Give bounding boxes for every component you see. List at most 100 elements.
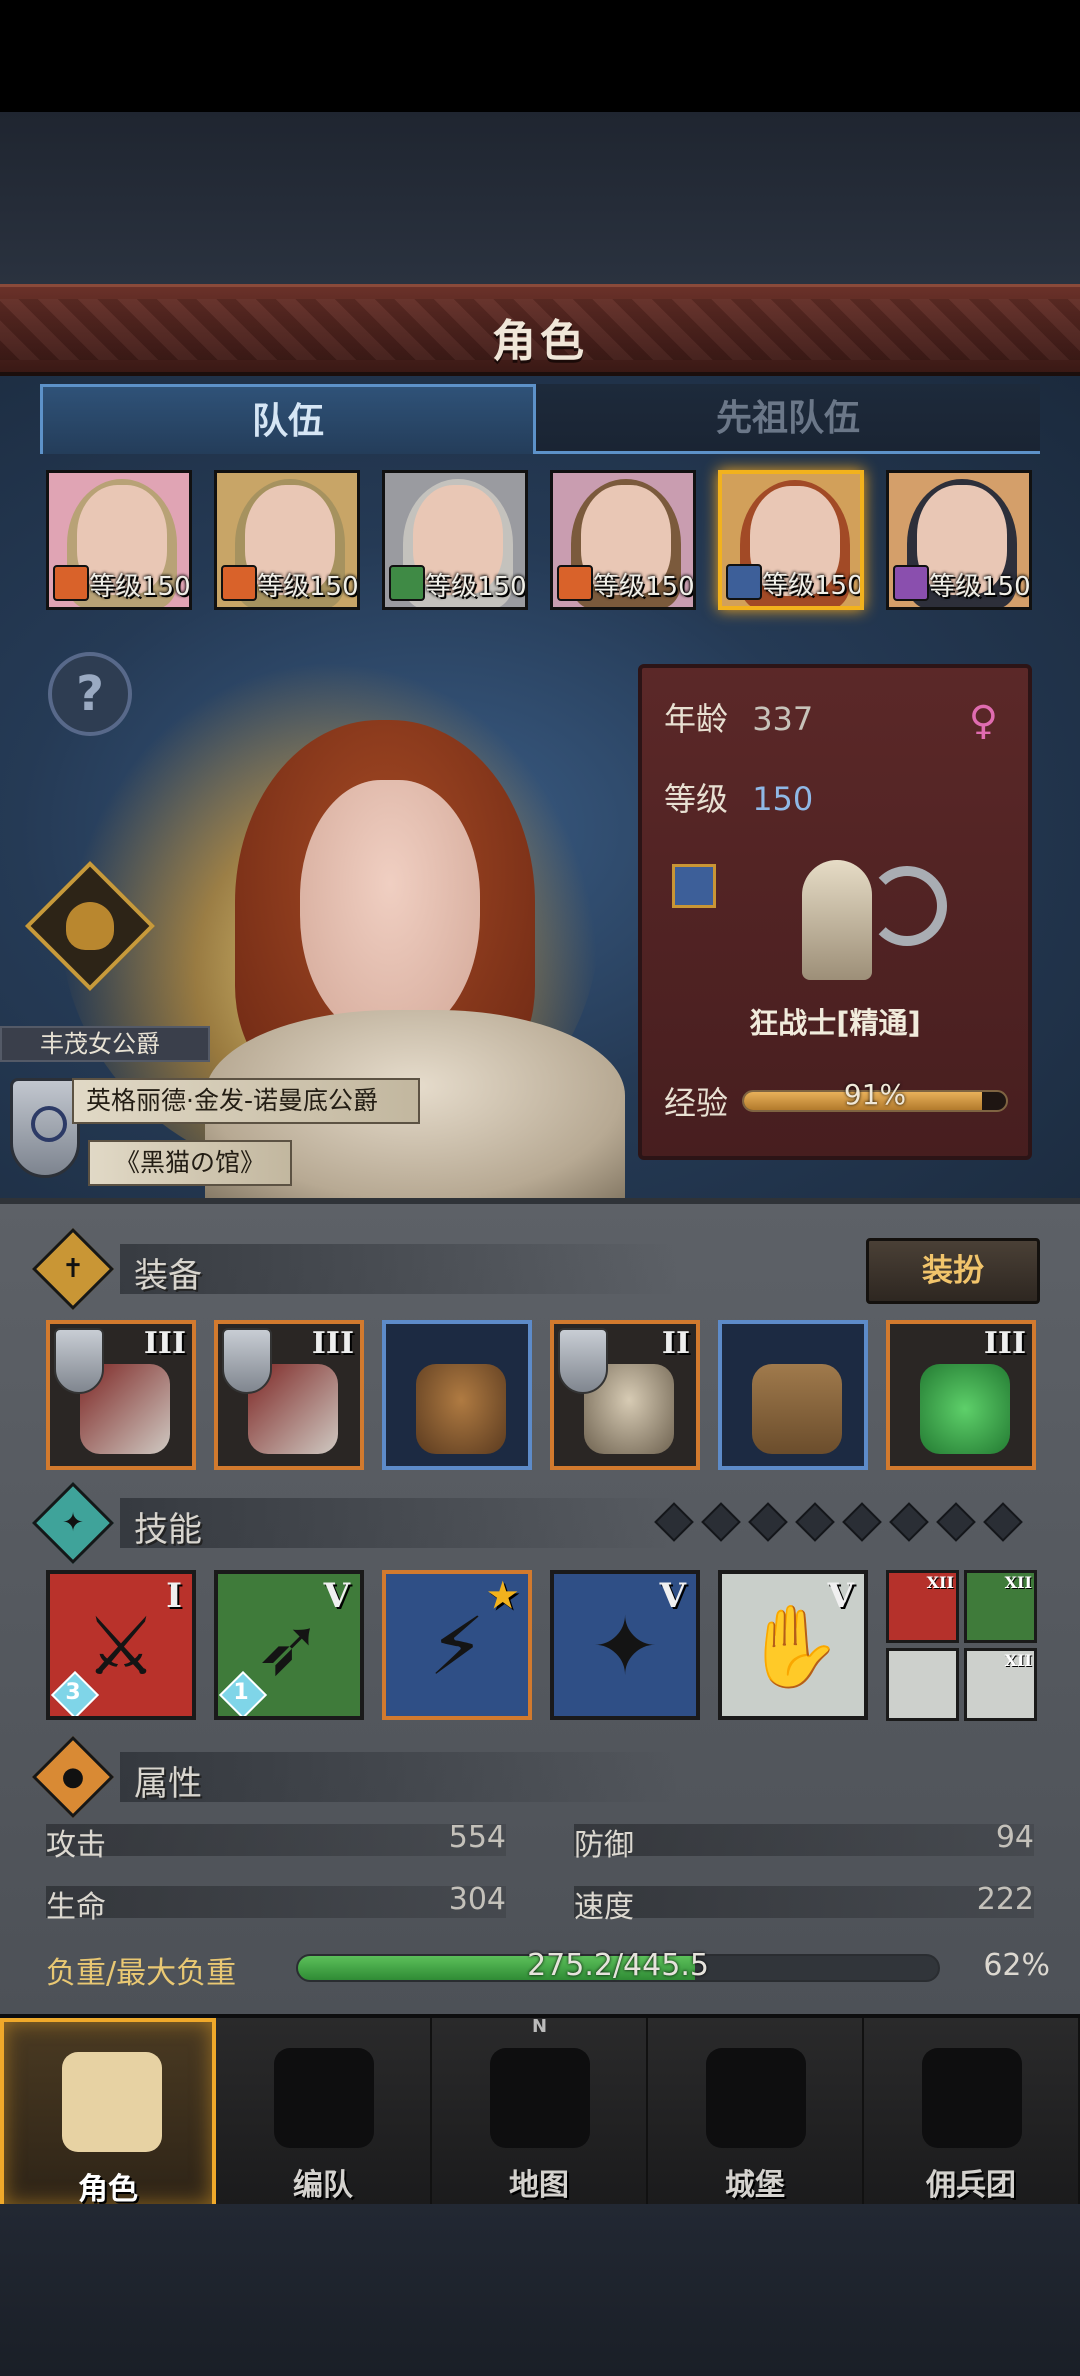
hero-portrait: [205, 720, 625, 1200]
member-level: 等级150: [89, 572, 191, 602]
stat-defense: 防御 94: [574, 1820, 1034, 1863]
noble-shield-icon[interactable]: [10, 1078, 80, 1178]
equipment-slot-armor[interactable]: II: [550, 1320, 700, 1470]
weight-value: 275.2/445.5: [527, 1948, 709, 1983]
header-strip: [120, 1244, 680, 1294]
compass-north-icon: N: [532, 2016, 548, 2037]
stat-attack: 攻击 554: [46, 1820, 506, 1863]
skill-slot[interactable]: ⚡ ★: [382, 1570, 532, 1720]
stat-weight-label: 负重/最大负重: [46, 1956, 237, 1991]
passive-skill-slot[interactable]: XII: [964, 1570, 1037, 1643]
equipment-tier: III: [143, 1326, 186, 1361]
nav-castle[interactable]: 城堡: [648, 2018, 864, 2208]
level-label: 等级: [664, 780, 729, 818]
bottom-nav: 角色 编队 N 地图 城堡 佣兵团: [0, 2014, 1080, 2208]
nav-label: 角色: [78, 2172, 138, 2207]
equipment-tier: III: [983, 1326, 1026, 1361]
equipment-slot-boots[interactable]: [718, 1320, 868, 1470]
stat-speed-label: 速度: [574, 1890, 634, 1925]
skill-charge-count: 1: [233, 1679, 249, 1705]
stat-attack-value: 554: [448, 1820, 506, 1855]
banner-icon: [922, 2048, 1022, 2148]
level-value: 150: [752, 780, 814, 818]
stat-track: [574, 1886, 1034, 1918]
helmet-icon: [416, 1364, 506, 1454]
age-row: 年龄 337: [664, 694, 813, 740]
stat-speed: 速度 222: [574, 1882, 1034, 1925]
stat-speed-value: 222: [976, 1882, 1034, 1917]
cross-icon: ✝: [31, 1227, 115, 1311]
class-figure: [762, 836, 947, 986]
header-strip: [120, 1498, 680, 1548]
stat-weight: 负重/最大负重: [46, 1948, 306, 1991]
knight-icon: [62, 2052, 162, 2152]
equipment-label: 装备: [134, 1256, 202, 1296]
stat-attack-label: 攻击: [46, 1828, 106, 1863]
age-value: 337: [752, 700, 814, 738]
axe-icon: [867, 866, 947, 946]
team-portraits: 等级150 等级150 等级150 等级150 等级150 等级150: [46, 470, 1046, 610]
team-member-portrait[interactable]: 等级150: [550, 470, 696, 610]
bottom-background: [0, 2204, 1080, 2376]
nav-label: 佣兵团: [926, 2168, 1016, 2203]
skill-slot-indicator: [842, 1502, 882, 1542]
stat-track: [46, 1824, 506, 1856]
team-member-portrait[interactable]: 等级150: [382, 470, 528, 610]
stat-hp-label: 生命: [46, 1890, 106, 1925]
nav-character[interactable]: 角色: [0, 2018, 216, 2208]
equipment-slot-weapon-off[interactable]: III: [214, 1320, 364, 1470]
tab-team[interactable]: 队伍: [40, 384, 536, 454]
team-member-portrait[interactable]: 等级150: [886, 470, 1032, 610]
skill-slot[interactable]: ⚔ I 3: [46, 1570, 196, 1720]
skill-tier: ★: [487, 1576, 518, 1616]
stat-hp-value: 304: [448, 1882, 506, 1917]
class-badge-icon: [221, 565, 257, 601]
noble-shield-icon: [222, 1328, 272, 1394]
class-badge-icon: [389, 565, 425, 601]
page-title: 角色: [492, 316, 588, 367]
skill-charge-count: 3: [65, 1679, 81, 1705]
passive-skill-slot[interactable]: XII: [886, 1570, 959, 1643]
team-member-portrait[interactable]: 等级150: [46, 470, 192, 610]
hero-full-title: 英格丽德·金发-诺曼底公爵: [72, 1078, 420, 1124]
tab-ancestor-team[interactable]: 先祖队伍: [536, 384, 1040, 454]
class-badge-icon: [557, 565, 593, 601]
passive-skill-slot[interactable]: XII: [964, 1648, 1037, 1721]
female-icon: ♀: [968, 698, 998, 744]
equipment-slot-helmet[interactable]: [382, 1320, 532, 1470]
stat-defense-value: 94: [995, 1820, 1034, 1855]
castle-icon: [706, 2048, 806, 2148]
equipment-tier: II: [661, 1326, 690, 1361]
skill-slot-indicator: [654, 1502, 694, 1542]
exp-percent: 91%: [843, 1078, 907, 1111]
nav-map[interactable]: N 地图: [432, 2016, 648, 2208]
team-member-portrait[interactable]: 等级150: [718, 470, 864, 610]
team-member-portrait[interactable]: 等级150: [214, 470, 360, 610]
weight-percent: 62%: [983, 1948, 1050, 1983]
stat-track: [574, 1824, 1034, 1856]
stat-track: [46, 1886, 506, 1918]
dress-up-button[interactable]: 装扮: [866, 1238, 1040, 1304]
hero-info-card: 年龄 337 ♀ 等级 150 狂战士[精通] 经验 91%: [638, 664, 1032, 1160]
class-sword-icon: [672, 864, 716, 908]
equipment-slot-weapon-main[interactable]: III: [46, 1320, 196, 1470]
skill-tier: V: [323, 1576, 350, 1616]
header-strip: [120, 1752, 680, 1802]
skill-slot[interactable]: ➶ V 1: [214, 1570, 364, 1720]
skills-label: 技能: [134, 1510, 202, 1550]
skill-slot[interactable]: ✦ V: [550, 1570, 700, 1720]
skill-slot-indicator: [889, 1502, 929, 1542]
skill-slot-indicators: [654, 1502, 1040, 1542]
skill-slot-indicator: [936, 1502, 976, 1542]
nav-label: 编队: [293, 2168, 353, 2203]
member-level: 等级150: [593, 572, 695, 602]
passive-skill-slot[interactable]: [886, 1648, 959, 1721]
skill-slot[interactable]: ✋ V: [718, 1570, 868, 1720]
equipment-slot-trinket[interactable]: III: [886, 1320, 1036, 1470]
equipment-tier: III: [311, 1326, 354, 1361]
nav-mercenary[interactable]: 佣兵团: [864, 2018, 1080, 2208]
top-background: [0, 112, 1080, 284]
help-button[interactable]: ?: [48, 652, 132, 736]
member-level: 等级150: [929, 572, 1031, 602]
nav-formation[interactable]: 编队: [216, 2018, 432, 2208]
